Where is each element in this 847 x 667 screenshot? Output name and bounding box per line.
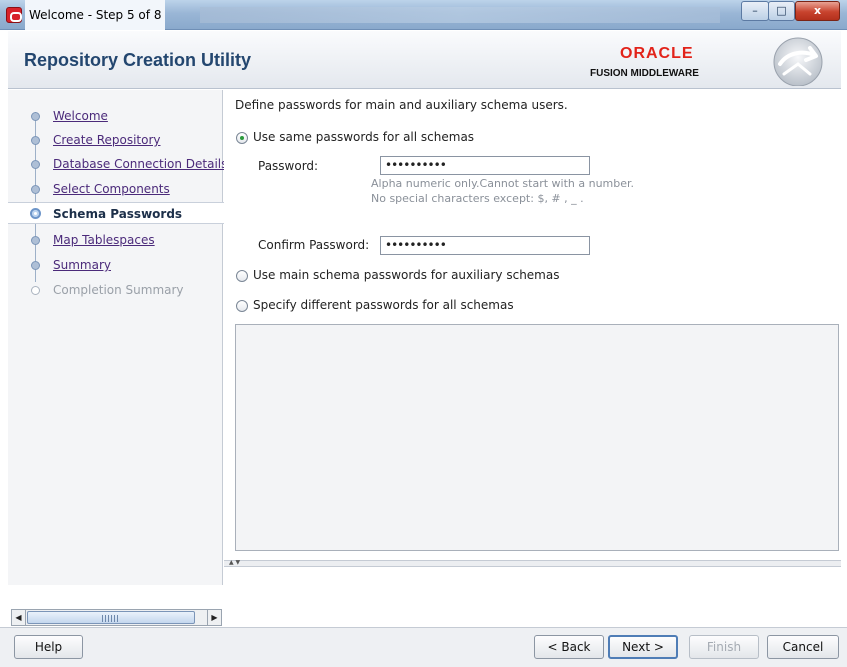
step-disabled-icon [31,286,40,295]
step-pending-icon [31,236,40,245]
fusion-emblem-icon [773,37,823,86]
password-field[interactable]: •••••••••• [380,156,590,175]
option-different-label[interactable]: Specify different passwords for all sche… [253,298,514,312]
instructions-text: Define passwords for main and auxiliary … [235,98,568,112]
window-title: Welcome - Step 5 of 8 [25,0,166,30]
confirm-password-field[interactable]: •••••••••• [380,236,590,255]
title-bar: Welcome - Step 5 of 8 – □ x [0,0,847,30]
close-button[interactable]: x [795,1,840,21]
nav-item-completion-summary: Completion Summary [8,279,223,301]
password-label: Password: [258,159,319,173]
nav-item-label: Database Connection Details [53,157,228,171]
scrollbar-grip-icon [102,615,118,622]
step-navigation: Welcome Create Repository Database Conne… [8,90,227,585]
confirm-password-label: Confirm Password: [258,238,370,252]
nav-item-schema-passwords[interactable]: Schema Passwords [8,202,224,224]
step-pending-icon [31,261,40,270]
schema-passwords-panel: Define passwords for main and auxiliary … [224,90,841,560]
nav-item-label: Summary [53,258,111,272]
password-hint-line1: Alpha numeric only.Cannot start with a n… [371,177,635,190]
header-banner: Repository Creation Utility ORACLE FUSIO… [8,31,841,89]
nav-horizontal-scrollbar[interactable]: ◀ ▶ [11,609,222,626]
nav-item-label: Create Repository [53,133,161,147]
app-title: Repository Creation Utility [24,50,252,70]
radio-main-schema-passwords[interactable] [236,270,248,282]
option-main-schema-label[interactable]: Use main schema passwords for auxiliary … [253,268,559,282]
scroll-left-arrow-icon[interactable]: ◀ [12,610,26,625]
nav-item-label: Welcome [53,109,108,123]
nav-item-label: Select Components [53,182,170,196]
radio-same-passwords[interactable] [236,132,248,144]
nav-item-map-tablespaces[interactable]: Map Tablespaces [8,229,223,251]
cancel-button[interactable]: Cancel [767,635,839,659]
oracle-logo: ORACLE [620,45,694,62]
help-button[interactable]: Help [14,635,83,659]
back-button[interactable]: < Back [534,635,604,659]
nav-item-label: Map Tablespaces [53,233,155,247]
schema-password-table-area [235,324,839,551]
maximize-button[interactable]: □ [768,1,795,21]
nav-item-label: Schema Passwords [53,207,183,221]
nav-item-label: Completion Summary [53,283,184,297]
scrollbar-thumb[interactable] [27,611,195,624]
nav-item-select-components[interactable]: Select Components [8,178,223,200]
nav-item-database-connection-details[interactable]: Database Connection Details [8,153,227,175]
step-done-icon [31,160,40,169]
next-button[interactable]: Next > [608,635,678,659]
title-bar-background [200,7,720,23]
radio-different-passwords[interactable] [236,300,248,312]
step-done-icon [31,136,40,145]
nav-item-welcome[interactable]: Welcome [8,105,223,127]
password-hint-line2: No special characters except: $, # , _ . [371,192,584,205]
step-done-icon [31,185,40,194]
finish-button: Finish [689,635,759,659]
nav-item-create-repository[interactable]: Create Repository [8,129,223,151]
pane-splitter[interactable]: ▲ ▼ [224,560,841,567]
minimize-button[interactable]: – [741,1,769,21]
oracle-app-icon [6,7,22,23]
option-same-passwords-label[interactable]: Use same passwords for all schemas [253,130,474,144]
step-done-icon [31,112,40,121]
step-current-icon [30,208,41,219]
wizard-footer: Help < Back Next > Finish Cancel [0,627,847,667]
nav-item-summary[interactable]: Summary [8,254,223,276]
product-name: FUSION MIDDLEWARE [590,68,699,79]
scroll-right-arrow-icon[interactable]: ▶ [207,610,221,625]
message-pane [224,567,841,626]
